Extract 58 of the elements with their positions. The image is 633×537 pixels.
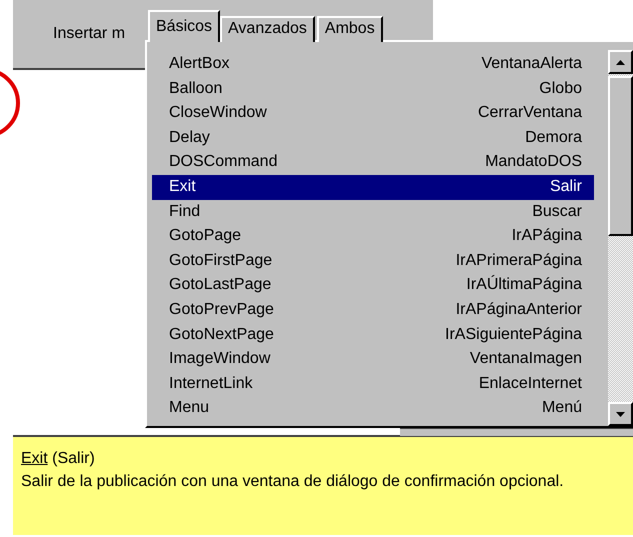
command-translation: EnlaceInternet (478, 374, 582, 394)
command-item[interactable]: Exit Salir (152, 174, 594, 200)
command-translation: VentanaImagen (470, 349, 582, 370)
command-translation: Globo (539, 78, 582, 99)
command-item[interactable]: Menu Menú (152, 396, 594, 421)
up-arrow-icon (616, 60, 625, 64)
command-item[interactable]: DOSCommand MandatoDOS (152, 150, 594, 175)
command-translation: IrASiguientePágina (445, 324, 582, 345)
command-name: Balloon (169, 78, 222, 99)
command-name: ImageWindow (169, 349, 270, 370)
command-translation: CerrarVentana (478, 103, 582, 124)
command-translation: Buscar (532, 202, 582, 222)
tab[interactable]: Básicos (148, 10, 220, 42)
command-name: GotoLastPage (169, 275, 272, 296)
help-description: Salir de la publicación con una ventana de diálogo de confirmación opcional. (21, 472, 565, 492)
command-item[interactable]: Find Buscar (152, 200, 594, 224)
command-translation: Salir (550, 176, 582, 197)
command-item[interactable]: GotoNextPage IrASiguientePágina (152, 322, 594, 348)
command-name: InternetLink (169, 374, 253, 394)
command-item[interactable]: GotoPrevPage IrAPáginaAnterior (152, 298, 594, 323)
command-translation: Demora (525, 128, 582, 148)
command-item[interactable]: GotoPage IrAPágina (152, 224, 594, 249)
command-item[interactable]: Delay Demora (152, 126, 594, 150)
scroll-up-button[interactable] (608, 50, 633, 74)
command-translation: MandatoDOS (485, 152, 582, 172)
command-name: Find (169, 202, 200, 222)
command-translation: Menú (542, 398, 582, 418)
command-item[interactable]: GotoLastPage IrAÚltimaPágina (152, 273, 594, 298)
command-name: Menu (169, 398, 210, 418)
command-name: AlertBox (169, 54, 230, 74)
command-name: Exit (169, 176, 196, 197)
command-translation: IrAPáginaAnterior (456, 300, 582, 320)
command-item[interactable]: Balloon Globo (152, 76, 594, 102)
command-item[interactable]: GotoFirstPage IrAPrimeraPágina (152, 248, 594, 274)
command-item[interactable]: ImageWindow VentanaImagen (152, 347, 594, 372)
toolbar-label: Insertar m (53, 25, 126, 43)
command-name: DOSCommand (169, 152, 278, 172)
command-item[interactable]: CloseWindow CerrarVentana (152, 101, 594, 126)
command-name: Delay (169, 128, 210, 148)
command-name: GotoNextPage (169, 324, 274, 345)
scroll-down-button[interactable] (608, 402, 633, 426)
command-translation: VentanaAlerta (481, 54, 582, 74)
command-translation: IrAÚltimaPágina (466, 274, 582, 296)
scrollbar[interactable] (608, 50, 633, 426)
command-translation: IrAPrimeraPágina (456, 250, 582, 271)
command-name: GotoPrevPage (169, 300, 274, 320)
help-link[interactable]: Exit (21, 450, 48, 467)
help-title: (Salir) (52, 450, 95, 467)
tab[interactable]: Avanzados (220, 16, 315, 42)
command-translation: IrAPágina (512, 226, 582, 246)
command-item[interactable]: InternetLink EnlaceInternet (152, 372, 594, 396)
command-name: GotoFirstPage (169, 250, 272, 271)
command-name: CloseWindow (169, 103, 267, 124)
tab[interactable]: Ambos (316, 16, 383, 42)
command-name: GotoPage (169, 226, 242, 246)
scroll-thumb[interactable] (608, 76, 633, 236)
down-arrow-icon (616, 412, 625, 416)
command-item[interactable]: AlertBox VentanaAlerta (152, 52, 594, 77)
